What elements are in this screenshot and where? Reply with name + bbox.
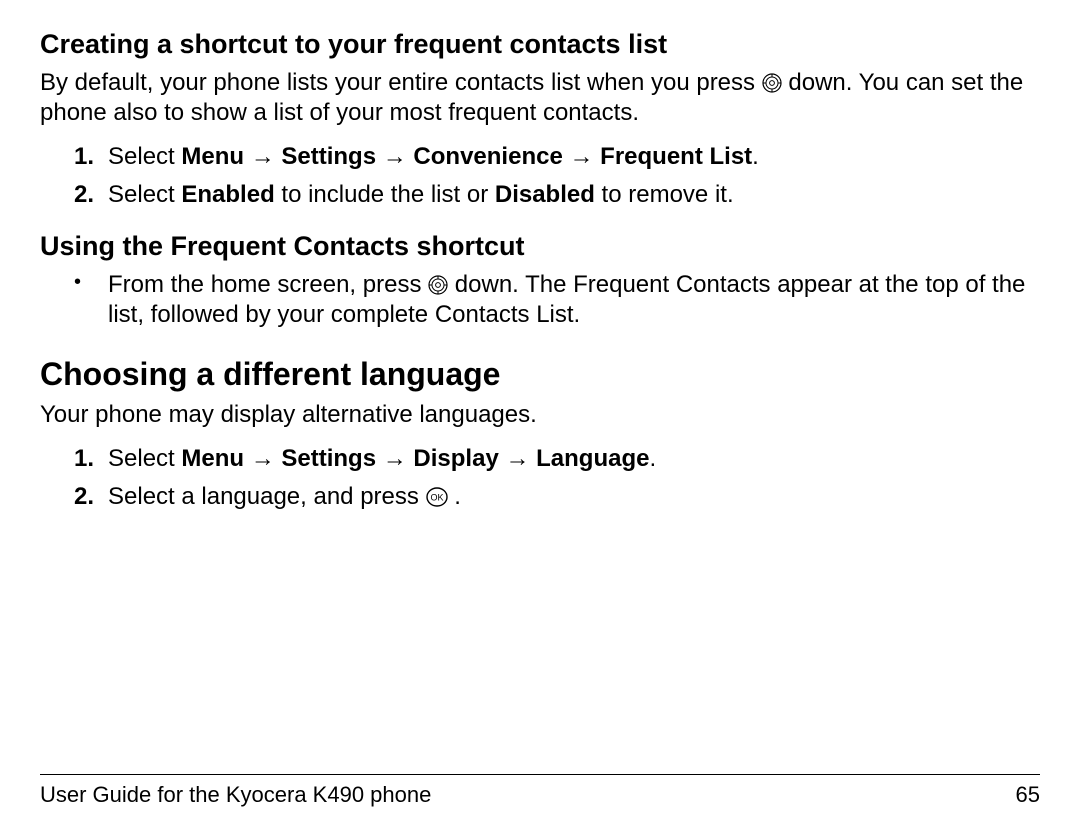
arrow-icon: → (376, 143, 413, 170)
ok-button-icon: OK (426, 486, 448, 508)
arrow-icon: → (376, 445, 413, 472)
arrow-icon: → (244, 143, 281, 170)
text: . (454, 483, 461, 510)
section-heading: Creating a shortcut to your frequent con… (40, 28, 1040, 62)
document-page: Creating a shortcut to your frequent con… (0, 0, 1080, 834)
footer-title: User Guide for the Kyocera K490 phone (40, 781, 431, 809)
ordered-steps: Select Menu → Settings → Convenience → F… (40, 142, 1040, 210)
text: Select (108, 445, 181, 472)
menu-path: Language (536, 445, 649, 472)
nav-wheel-icon (428, 273, 448, 293)
arrow-icon: → (563, 143, 600, 170)
step: Select Menu → Settings → Convenience → F… (108, 142, 1040, 172)
arrow-icon: → (244, 445, 281, 472)
menu-path: Convenience (413, 143, 562, 170)
menu-path: Menu (181, 143, 244, 170)
section-heading: Using the Frequent Contacts shortcut (40, 230, 1040, 264)
nav-wheel-icon (762, 71, 782, 91)
menu-path: Display (413, 445, 498, 472)
text: From the home screen, press (108, 271, 428, 298)
bullet-list: From the home screen, press down. The Fr… (40, 270, 1040, 330)
text: Select (108, 143, 181, 170)
body-text: Your phone may display alternative langu… (40, 400, 1040, 430)
text: to remove it. (595, 181, 734, 208)
text: . (752, 143, 759, 170)
list-item: From the home screen, press down. The Fr… (108, 270, 1040, 330)
menu-path: Menu (181, 445, 244, 472)
option-name: Disabled (495, 181, 595, 208)
text: to include the list or (275, 181, 495, 208)
text: . (649, 445, 656, 472)
step: Select a language, and press OK . (108, 482, 1040, 512)
page-number: 65 (1016, 781, 1040, 809)
step: Select Enabled to include the list or Di… (108, 180, 1040, 210)
page-footer: User Guide for the Kyocera K490 phone 65 (40, 774, 1040, 809)
step: Select Menu → Settings → Display → Langu… (108, 444, 1040, 474)
text: By default, your phone lists your entire… (40, 69, 762, 96)
svg-text:OK: OK (430, 492, 443, 502)
ordered-steps: Select Menu → Settings → Display → Langu… (40, 444, 1040, 512)
text: Select (108, 181, 181, 208)
menu-path: Settings (281, 143, 376, 170)
body-text: By default, your phone lists your entire… (40, 68, 1040, 128)
menu-path: Settings (281, 445, 376, 472)
menu-path: Frequent List (600, 143, 752, 170)
option-name: Enabled (181, 181, 274, 208)
section-heading: Choosing a different language (40, 354, 1040, 394)
text: Select a language, and press (108, 483, 426, 510)
arrow-icon: → (499, 445, 536, 472)
